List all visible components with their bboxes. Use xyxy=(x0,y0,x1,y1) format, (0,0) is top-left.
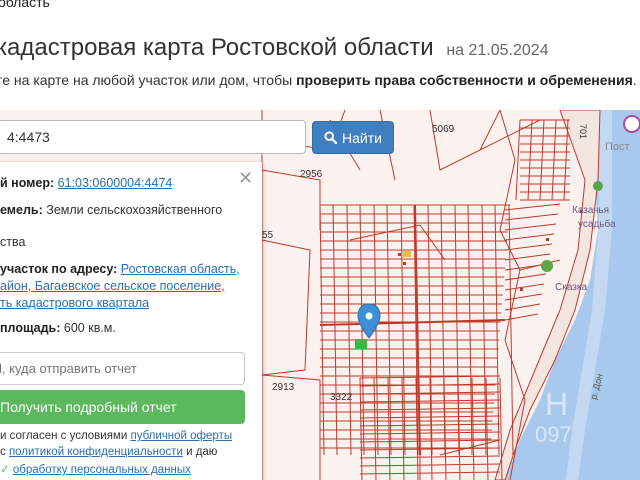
area-row: площадь: 600 кв.м. xyxy=(0,321,116,335)
address-row: участок по адресу: Ростовская область, xyxy=(0,262,240,276)
consent-line1: и согласен с условиями публичной оферты xyxy=(0,430,232,442)
cadastral-search-input[interactable] xyxy=(0,120,306,154)
search-button[interactable]: Найти xyxy=(312,121,394,154)
page-title-text: кадастровая карта Ростовской области xyxy=(0,34,434,61)
land-category-value-cont: ства xyxy=(0,235,26,249)
breadcrumb[interactable]: область xyxy=(0,0,50,10)
address-link-line3[interactable]: ть кадастрового квартала xyxy=(0,296,149,310)
map-label-3322: 3322 xyxy=(330,392,353,403)
map-label-skazka: Сказка xyxy=(555,282,587,293)
checkbox-icon[interactable]: ✓ xyxy=(0,464,10,476)
public-offer-link[interactable]: публичной оферты xyxy=(130,430,232,442)
consent-text2: с xyxy=(0,446,9,458)
area-label: площадь: xyxy=(0,321,61,335)
search-icon xyxy=(324,131,338,144)
land-category-row: емель: Земли сельскохозяйственного xyxy=(0,203,222,217)
personal-data-link[interactable]: обработку персональных данных xyxy=(13,464,191,476)
address-line3: ть кадастрового квартала xyxy=(0,296,149,310)
map-label-5069: 5069 xyxy=(432,124,455,135)
consent-text2-end: и даю xyxy=(182,446,218,458)
watermark-number: 097 xyxy=(535,422,572,447)
cadastral-number-label: й номер: xyxy=(0,176,55,190)
search-button-label: Найти xyxy=(342,129,382,146)
subtitle-end: . xyxy=(632,72,637,88)
cadastral-number-row: й номер: 61:03:0600004:4474 xyxy=(0,176,172,190)
address-line2: айон, Багаевское сельское поселение, xyxy=(0,279,225,293)
parcel-info-panel: ✕ й номер: 61:03:0600004:4474 емель: Зем… xyxy=(0,162,262,480)
privacy-policy-link[interactable]: политикой конфиденциальности xyxy=(9,446,183,458)
area-value: 600 кв.м. xyxy=(63,321,116,335)
cadastral-number-link[interactable]: 61:03:0600004:4474 xyxy=(58,176,173,190)
get-report-button[interactable]: Получить подробный отчет xyxy=(0,390,245,424)
consent-line3: ✓ обработку персональных данных xyxy=(0,462,191,476)
page-subtitle: те на карте на любой участок или дом, чт… xyxy=(0,72,637,88)
map-badge-icon[interactable] xyxy=(623,115,640,133)
address-label: участок по адресу: xyxy=(0,262,118,276)
map-label-55: 55 xyxy=(262,230,274,241)
map-label-2956: 2956 xyxy=(300,169,323,180)
consent-text1: и согласен с условиями xyxy=(0,430,131,442)
close-icon[interactable]: ✕ xyxy=(238,168,253,189)
map-label-usadba: усадьба xyxy=(578,218,616,230)
email-input[interactable] xyxy=(0,352,245,385)
land-category-value: Земли сельскохозяйственного xyxy=(46,203,223,217)
map-pin-icon[interactable] xyxy=(357,303,381,339)
page-title: кадастровая карта Ростовской области на … xyxy=(0,34,549,62)
get-report-button-label: Получить подробный отчет xyxy=(0,399,177,415)
map-label-post: Пост xyxy=(605,141,630,153)
subtitle-bold: проверить права собственности и обремене… xyxy=(296,72,633,88)
consent-line2: с политикой конфиденциальности и даю xyxy=(0,446,217,458)
watermark-letter: Н xyxy=(545,386,568,422)
map-label-701: 701 xyxy=(578,124,588,139)
address-link-line1[interactable]: Ростовская область, xyxy=(121,262,240,276)
land-category-label: емель: xyxy=(0,203,43,217)
page-title-date: на 21.05.2024 xyxy=(446,42,549,59)
subtitle-text: те на карте на любой участок или дом, чт… xyxy=(0,72,297,88)
map-label-kazachya: Казачья xyxy=(572,205,609,216)
map-label-2913: 2913 xyxy=(272,382,295,393)
address-link-line2[interactable]: айон, Багаевское сельское поселение, xyxy=(0,279,225,293)
